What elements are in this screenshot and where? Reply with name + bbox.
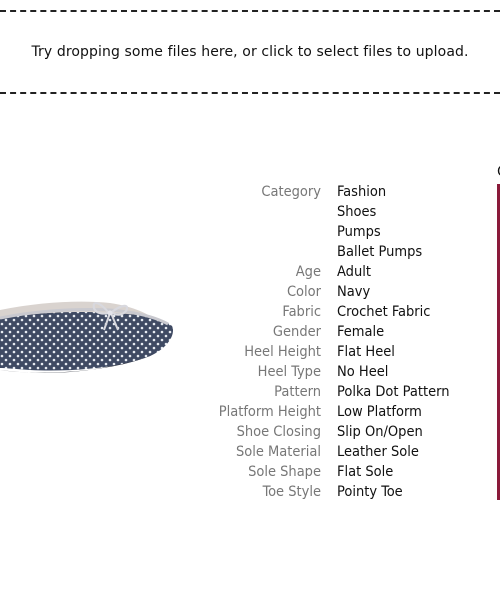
attribute-row: Shoes <box>160 202 450 222</box>
attribute-label: Category <box>261 184 321 200</box>
attribute-row: Color Navy <box>160 282 450 302</box>
attribute-label: Heel Height <box>244 344 321 360</box>
attribute-value: Adult <box>337 264 371 280</box>
file-dropzone[interactable]: Try dropping some files here, or click t… <box>0 10 500 94</box>
attribute-row: Pumps <box>160 222 450 242</box>
attribute-row: Toe Style Pointy Toe <box>160 482 450 502</box>
attribute-label: Pattern <box>274 384 321 400</box>
attribute-label: Shoe Closing <box>236 424 321 440</box>
attribute-label: Gender <box>272 324 321 340</box>
attribute-label: Age <box>295 264 321 280</box>
attribute-label <box>160 222 337 242</box>
attribute-row: Age Adult <box>160 262 450 282</box>
attribute-row: Gender Female <box>160 322 450 342</box>
attribute-label: Color <box>286 284 321 300</box>
attribute-label <box>160 202 337 222</box>
attribute-value: Slip On/Open <box>337 424 423 440</box>
attribute-label: Fabric <box>282 304 321 320</box>
attribute-row: Category Fashion <box>160 182 450 202</box>
dropzone-prompt: Try dropping some files here, or click t… <box>31 44 469 60</box>
attribute-label: Sole Shape <box>248 464 321 480</box>
attribute-value: Navy <box>337 284 371 300</box>
attribute-row: Pattern Polka Dot Pattern <box>160 382 450 402</box>
attribute-value: Shoes <box>337 204 377 220</box>
attribute-value: Flat Heel <box>337 344 395 360</box>
attribute-value: Female <box>337 324 385 340</box>
attribute-row: Platform Height Low Platform <box>160 402 450 422</box>
attribute-label: Toe Style <box>262 484 321 500</box>
attribute-value: Crochet Fabric <box>337 304 431 320</box>
right-panel-edge: C <box>495 164 500 504</box>
product-attributes-table: Category Fashion Shoes Pumps Ballet Pumps Age… <box>160 182 450 502</box>
attribute-value: Low Platform <box>337 404 422 420</box>
attribute-row: Ballet Pumps <box>160 242 450 262</box>
attribute-value: Pointy Toe <box>337 484 403 500</box>
ballet-flat-shoe-image <box>0 301 174 373</box>
attribute-value: Flat Sole <box>337 464 394 480</box>
attribute-row: Fabric Crochet Fabric <box>160 302 450 322</box>
attribute-label: Sole Material <box>235 444 321 460</box>
attribute-value: Pumps <box>337 224 381 240</box>
attribute-value: Fashion <box>337 184 387 200</box>
attribute-row: Heel Type No Heel <box>160 362 450 382</box>
attribute-label: Platform Height <box>218 404 321 420</box>
attribute-value: No Heel <box>337 364 389 380</box>
attribute-label <box>160 242 337 262</box>
attribute-value: Polka Dot Pattern <box>337 384 450 400</box>
attribute-row: Sole Material Leather Sole <box>160 442 450 462</box>
attribute-row: Shoe Closing Slip On/Open <box>160 422 450 442</box>
attribute-label: Heel Type <box>257 364 321 380</box>
attribute-value: Ballet Pumps <box>337 244 423 260</box>
attribute-value: Leather Sole <box>337 444 419 460</box>
attribute-row: Sole Shape Flat Sole <box>160 462 450 482</box>
attribute-row: Heel Height Flat Heel <box>160 342 450 362</box>
